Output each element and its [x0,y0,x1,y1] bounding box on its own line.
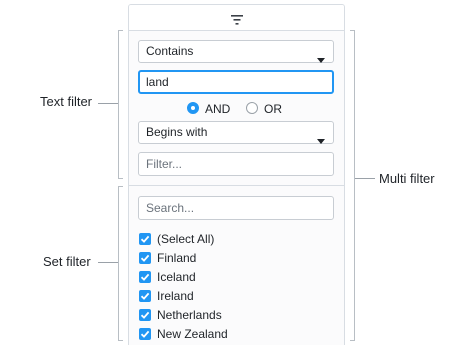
chevron-down-icon [317,130,325,151]
or-radio-label: OR [264,102,282,116]
checkbox[interactable] [139,309,151,321]
or-radio[interactable] [246,102,258,114]
list-item-label: Ireland [157,289,194,303]
condition-select-1[interactable]: Contains [138,40,334,63]
and-radio-label: AND [205,102,231,116]
list-item-label: Iceland [157,270,196,284]
checkbox[interactable] [139,328,151,340]
checkbox[interactable] [139,233,151,245]
filter-icon[interactable] [231,12,243,30]
checkbox[interactable] [139,290,151,302]
chevron-down-icon [317,49,325,70]
multi-filter-panel: Contains AND OR Begins with (Select All)… [128,4,345,345]
panel-header [129,5,344,31]
multi-filter-connector [355,178,375,179]
condition-select-1-value: Contains [146,44,194,58]
filter-value-input-1[interactable] [138,70,334,94]
multi-filter-annotation: Multi filter [379,171,435,186]
list-item-label: Finland [157,251,197,265]
checkbox[interactable] [139,252,151,264]
list-item-label: Netherlands [157,308,222,322]
condition-select-2[interactable]: Begins with [138,121,334,144]
multi-filter-bracket [350,30,355,341]
text-filter-bracket [118,30,123,179]
text-filter-annotation: Text filter [40,94,93,109]
filter-divider [129,185,344,186]
and-radio[interactable] [187,102,199,114]
condition-select-2-value: Begins with [146,125,208,139]
filter-value-input-2[interactable] [138,152,334,176]
list-item-label: (Select All) [157,232,215,246]
text-filter-connector [98,103,118,104]
set-filter-connector [98,262,118,263]
checkbox[interactable] [139,271,151,283]
set-filter-search-input[interactable] [138,196,334,220]
set-filter-bracket [118,186,123,341]
list-item-label: New Zealand [157,327,228,341]
set-filter-annotation: Set filter [43,254,91,269]
join-operator-group: AND OR [129,101,344,117]
